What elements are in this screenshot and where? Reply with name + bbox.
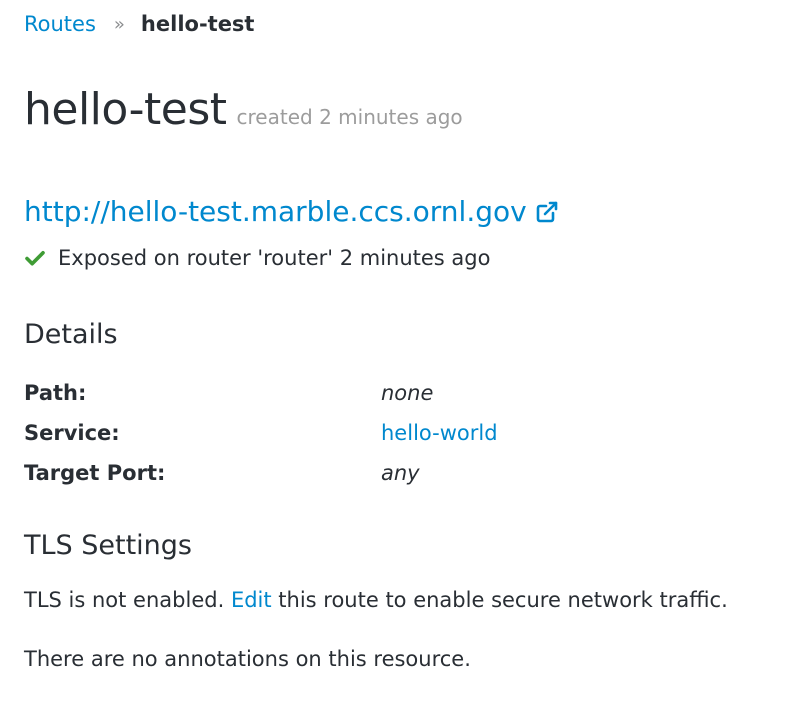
check-icon	[25, 251, 45, 266]
tls-edit-link[interactable]: Edit	[231, 588, 272, 612]
breadcrumb-current: hello-test	[140, 12, 255, 36]
route-details-page: Routes » hello-test hello-test created 2 mi…	[0, 0, 800, 723]
detail-value-path: none	[381, 381, 434, 405]
route-url-link[interactable]: http://hello-test.marble.ccs.ornl.gov	[24, 192, 559, 232]
annotations-message: There are no annotations on this resourc…	[24, 647, 471, 671]
service-link[interactable]: hello-world	[381, 421, 498, 445]
page-title: hello-test	[24, 84, 227, 135]
detail-key-target-port: Target Port:	[24, 461, 166, 485]
breadcrumb: Routes » hello-test	[24, 9, 254, 41]
breadcrumb-separator: »	[113, 14, 125, 35]
tls-heading: TLS Settings	[24, 530, 192, 561]
detail-key-service: Service:	[24, 421, 120, 445]
detail-key-path: Path:	[24, 381, 87, 405]
details-heading: Details	[24, 319, 118, 350]
detail-row-path: Path: none	[24, 373, 784, 413]
created-timestamp: created 2 minutes ago	[236, 105, 463, 129]
detail-row-target-port: Target Port: any	[24, 453, 784, 493]
breadcrumb-routes-link[interactable]: Routes	[24, 12, 96, 36]
route-status: Exposed on router 'router' 2 minutes ago	[24, 243, 490, 273]
external-link-icon	[536, 201, 557, 223]
tls-text-after: this route to enable secure network traf…	[278, 588, 728, 612]
details-list: Path: none Service: hello-world Target P…	[24, 373, 784, 493]
tls-message: TLS is not enabled. Edit this route to e…	[24, 585, 728, 615]
detail-row-service: Service: hello-world	[24, 413, 784, 453]
status-text: Exposed on router 'router' 2 minutes ago	[58, 246, 491, 270]
page-header: hello-test created 2 minutes ago	[24, 82, 463, 138]
tls-text-before: TLS is not enabled.	[24, 588, 225, 612]
detail-value-target-port: any	[381, 461, 420, 485]
route-url-text: http://hello-test.marble.ccs.ornl.gov	[24, 195, 527, 228]
